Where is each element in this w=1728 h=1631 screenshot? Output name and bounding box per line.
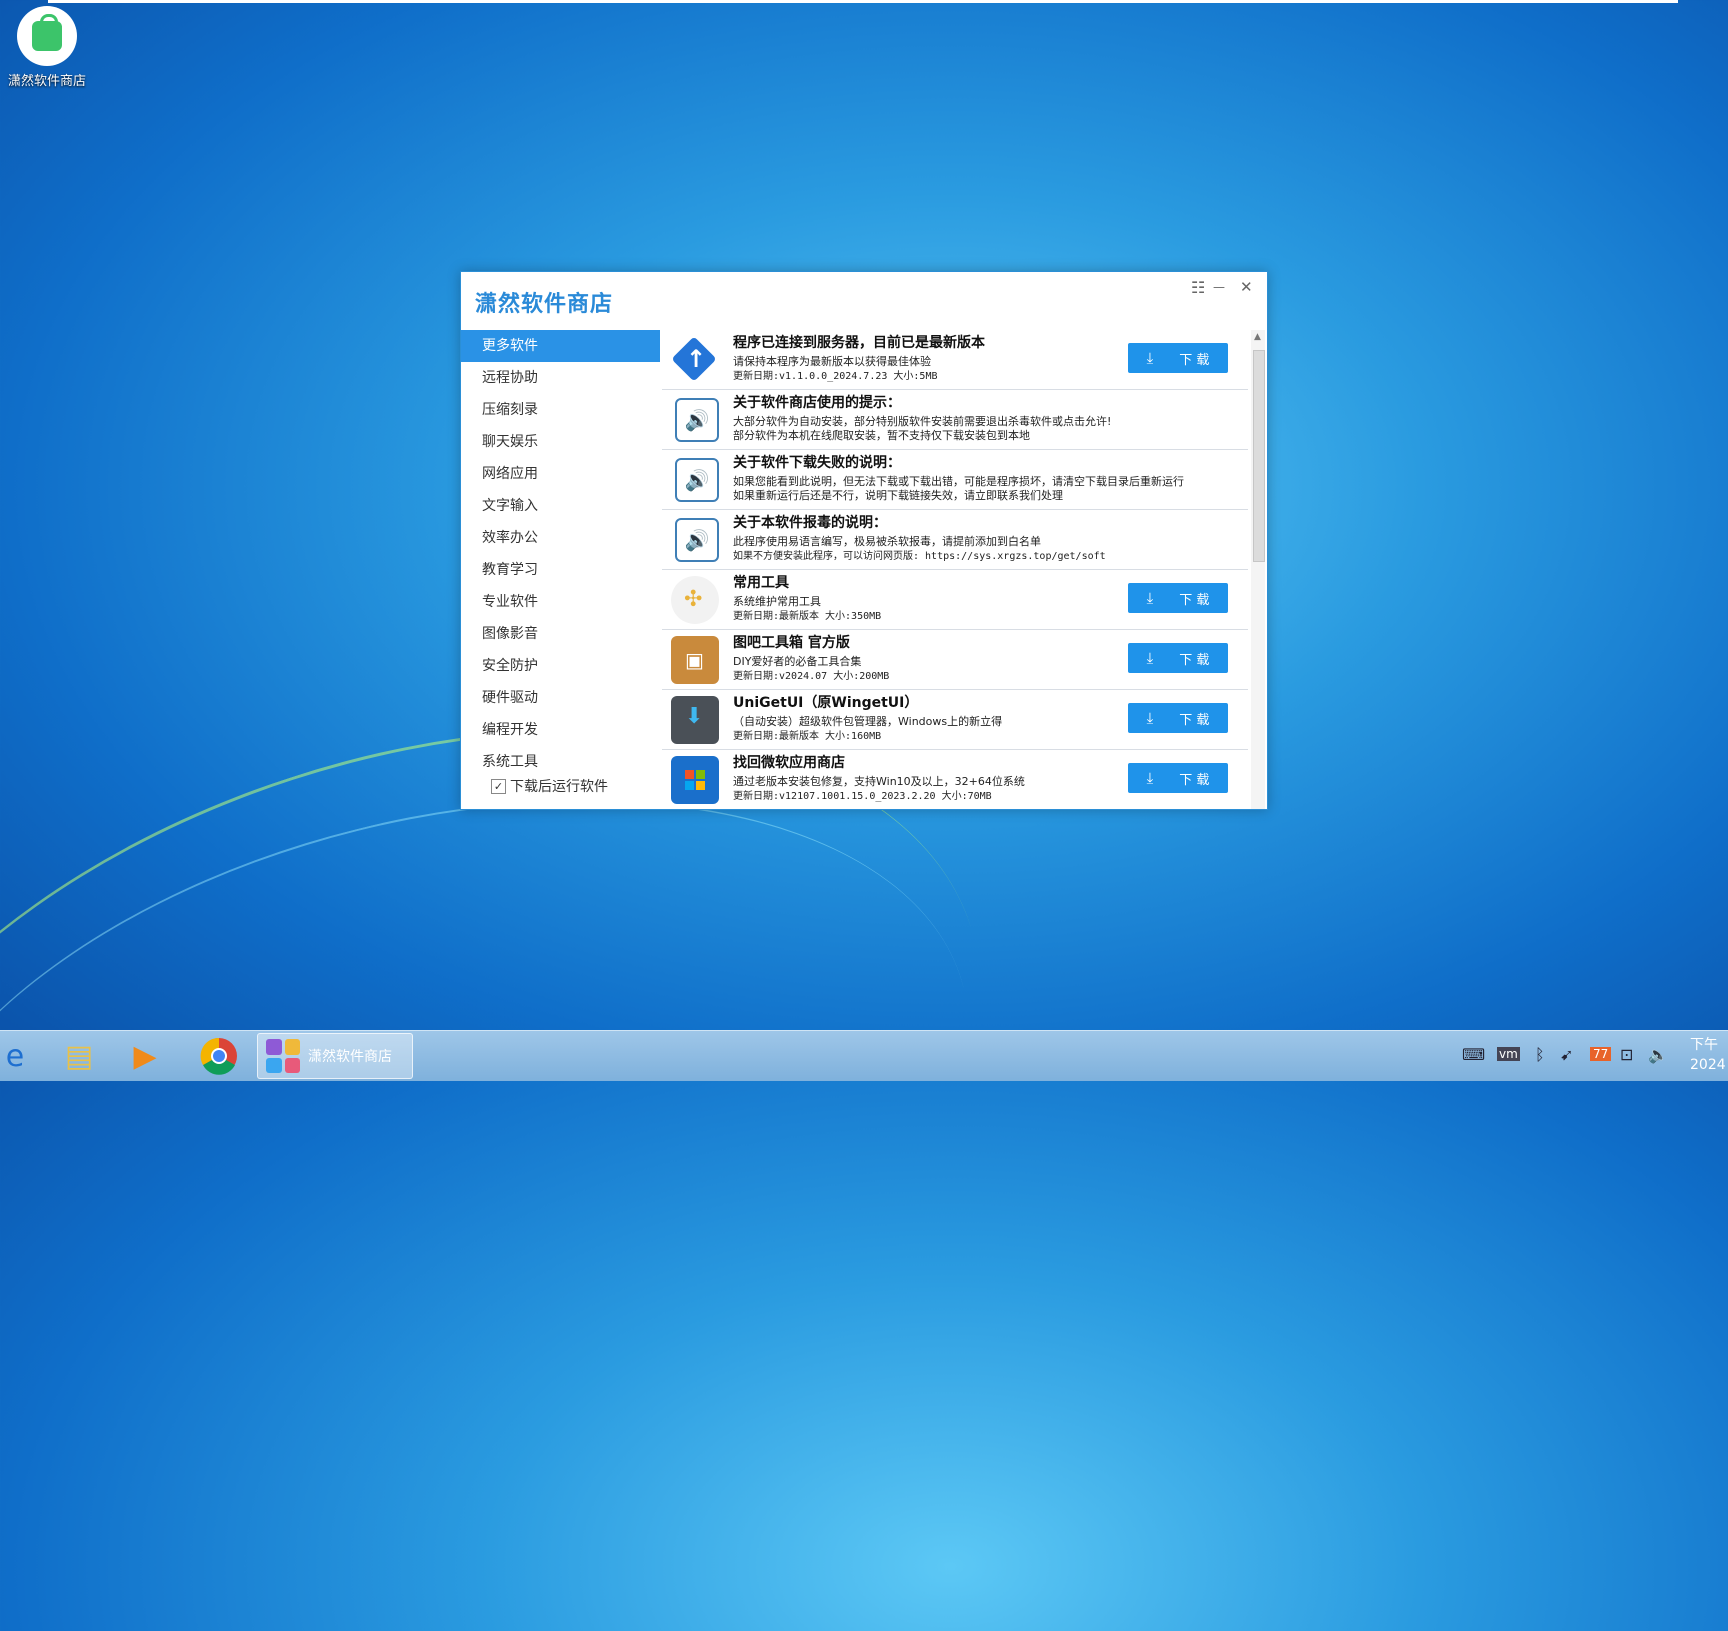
display-icon[interactable]: ⊡: [1620, 1045, 1633, 1064]
store-bag-icon: [17, 6, 77, 66]
sidebar-item-security[interactable]: 安全防护: [461, 650, 660, 682]
software-list: ↑ 程序已连接到服务器，目前已是最新版本 请保持本程序为最新版本以获得最佳体验 …: [662, 330, 1248, 809]
item-meta: 更新日期:最新版本 大小:160MB: [733, 731, 882, 742]
item-meta: 更新日期:最新版本 大小:350MB: [733, 611, 882, 622]
sidebar-item-drivers[interactable]: 硬件驱动: [461, 682, 660, 714]
item-title: 关于软件下载失败的说明：: [733, 455, 901, 471]
checkbox-mark[interactable]: ✓: [491, 778, 506, 794]
ie-icon[interactable]: e: [0, 1035, 36, 1077]
list-item: ↑ 程序已连接到服务器，目前已是最新版本 请保持本程序为最新版本以获得最佳体验 …: [662, 330, 1248, 390]
item-title: 找回微软应用商店: [733, 755, 845, 771]
volume-icon[interactable]: 🔈: [1648, 1045, 1668, 1064]
taskbar: e ▤ ▶ 潇然软件商店 ⌨ vm ᛒ ➹ 77 ⊡ 🔈 下午 2024: [0, 1030, 1728, 1081]
checkbox-label: 下载后运行软件: [510, 779, 608, 795]
sidebar-item-office[interactable]: 效率办公: [461, 522, 660, 554]
speaker-icon: 🔊: [675, 458, 719, 502]
desktop-icon-label: 潇然软件商店: [7, 74, 86, 89]
sidebar-item-system[interactable]: 系统工具: [461, 746, 660, 778]
list-item: ▣ 图吧工具箱 官方版 DIY爱好者的必备工具合集 更新日期:v2024.07 …: [662, 630, 1248, 690]
item-title: 关于软件商店使用的提示：: [733, 395, 901, 411]
download-icon: ⤓: [1146, 589, 1154, 607]
file-explorer-icon[interactable]: ▤: [58, 1035, 100, 1077]
download-label: 下 载: [1179, 592, 1210, 608]
desktop-icon-store[interactable]: 潇然软件商店: [2, 6, 92, 89]
sidebar-item-dev[interactable]: 编程开发: [461, 714, 660, 746]
sidebar-item-network[interactable]: 网络应用: [461, 458, 660, 490]
list-item: ⬇ UniGetUI（原WingetUI） （自动安装）超级软件包管理器，Win…: [662, 690, 1248, 750]
scroll-up-icon[interactable]: ▲: [1254, 332, 1261, 342]
media-player-icon[interactable]: ▶: [124, 1035, 166, 1077]
list-scrollbar[interactable]: ▲: [1251, 330, 1265, 809]
item-meta: 更新日期:v12107.1001.15.0_2023.2.20 大小:70MB: [733, 791, 992, 802]
item-title: 图吧工具箱 官方版: [733, 635, 850, 651]
scrollbar-thumb[interactable]: [1253, 350, 1265, 562]
item-meta: 如果不方便安装此程序，可以访问网页版: https://sys.xrgzs.to…: [733, 551, 1106, 562]
item-meta: 更新日期:v1.1.0.0_2024.7.23 大小:5MB: [733, 371, 938, 382]
download-label: 下 载: [1179, 712, 1210, 728]
item-title: UniGetUI（原WingetUI）: [733, 695, 919, 711]
speaker-icon: 🔊: [675, 398, 719, 442]
download-icon: ⤓: [1146, 649, 1154, 667]
list-item: 🔊 关于软件下载失败的说明： 如果您能看到此说明，但无法下载或下载出错，可能是程…: [662, 450, 1248, 510]
clock-date: 2024: [1690, 1057, 1726, 1073]
clock[interactable]: 下午 2024: [1690, 1035, 1726, 1075]
download-button[interactable]: ⤓ 下 载: [1128, 343, 1228, 373]
sidebar-item-chat[interactable]: 聊天娱乐: [461, 426, 660, 458]
sidebar-item-professional[interactable]: 专业软件: [461, 586, 660, 618]
sidebar-item-more[interactable]: 更多软件: [461, 330, 660, 362]
bluetooth-icon[interactable]: ᛒ: [1535, 1045, 1545, 1064]
download-button[interactable]: ⤓ 下 载: [1128, 703, 1228, 733]
download-button[interactable]: ⤓ 下 载: [1128, 643, 1228, 673]
network-tray-icon[interactable]: ➹: [1560, 1045, 1573, 1064]
sidebar-item-remote[interactable]: 远程协助: [461, 362, 660, 394]
download-icon: ⤓: [1146, 349, 1154, 367]
sidebar-item-media[interactable]: 图像影音: [461, 618, 660, 650]
list-item: 🔊 关于软件商店使用的提示： 大部分软件为自动安装，部分特别版软件安装前需要退出…: [662, 390, 1248, 450]
sidebar-item-compress[interactable]: 压缩刻录: [461, 394, 660, 426]
download-button[interactable]: ⤓ 下 载: [1128, 763, 1228, 793]
app-window: 潇然软件商店 ☷ — ✕ 更多软件 远程协助 压缩刻录 聊天娱乐 网络应用 文字…: [460, 271, 1268, 810]
item-title: 关于本软件报毒的说明：: [733, 515, 887, 531]
item-title: 常用工具: [733, 575, 789, 591]
list-item: 找回微软应用商店 通过老版本安装包修复，支持Win10及以上，32+64位系统 …: [662, 750, 1248, 809]
download-icon: ⤓: [1146, 769, 1154, 787]
run-after-download-checkbox[interactable]: ✓ 下载后运行软件: [491, 776, 608, 796]
speaker-icon: 🔊: [675, 518, 719, 562]
item-title: 程序已连接到服务器，目前已是最新版本: [733, 335, 985, 351]
item-meta: 如果重新运行后还是不行，说明下载链接失效，请立即联系我们处理: [733, 489, 1063, 502]
item-meta: 更新日期:v2024.07 大小:200MB: [733, 671, 890, 682]
category-sidebar: 更多软件 远程协助 压缩刻录 聊天娱乐 网络应用 文字输入 效率办公 教育学习 …: [461, 330, 660, 809]
microsoft-store-icon: [671, 756, 719, 804]
keyboard-icon[interactable]: ⌨: [1462, 1045, 1485, 1064]
vm-icon[interactable]: vm: [1497, 1047, 1520, 1061]
download-label: 下 载: [1179, 652, 1210, 668]
clock-time: 下午: [1690, 1037, 1718, 1053]
taskbar-app-store[interactable]: 潇然软件商店: [257, 1033, 413, 1079]
menu-icon[interactable]: ☷: [1191, 278, 1205, 297]
download-icon: ⤓: [1146, 709, 1154, 727]
close-icon[interactable]: ✕: [1240, 278, 1253, 296]
chrome-icon[interactable]: [198, 1035, 240, 1077]
sidebar-item-education[interactable]: 教育学习: [461, 554, 660, 586]
download-label: 下 载: [1179, 772, 1210, 788]
download-label: 下 载: [1179, 352, 1210, 368]
tray-badge-icon[interactable]: 77: [1590, 1047, 1612, 1061]
item-meta: 部分软件为本机在线爬取安装，暂不支持仅下载安装包到本地: [733, 429, 1030, 442]
list-item: 🔊 关于本软件报毒的说明： 此程序使用易语言编写，极易被杀软报毒，请提前添加到白…: [662, 510, 1248, 570]
toolbox-icon: ▣: [671, 636, 719, 684]
download-button[interactable]: ⤓ 下 载: [1128, 583, 1228, 613]
window-title: 潇然软件商店: [475, 292, 614, 317]
app-store-icon: [266, 1039, 300, 1073]
tools-icon: ✣: [671, 576, 719, 624]
update-arrow-icon: ↑: [671, 336, 719, 384]
minimize-icon[interactable]: —: [1213, 280, 1225, 294]
taskbar-app-label: 潇然软件商店: [308, 1049, 392, 1065]
sidebar-item-input[interactable]: 文字输入: [461, 490, 660, 522]
list-item: ✣ 常用工具 系统维护常用工具 更新日期:最新版本 大小:350MB ⤓ 下 载: [662, 570, 1248, 630]
top-edge-line: [48, 0, 1678, 3]
package-download-icon: ⬇: [671, 696, 719, 744]
